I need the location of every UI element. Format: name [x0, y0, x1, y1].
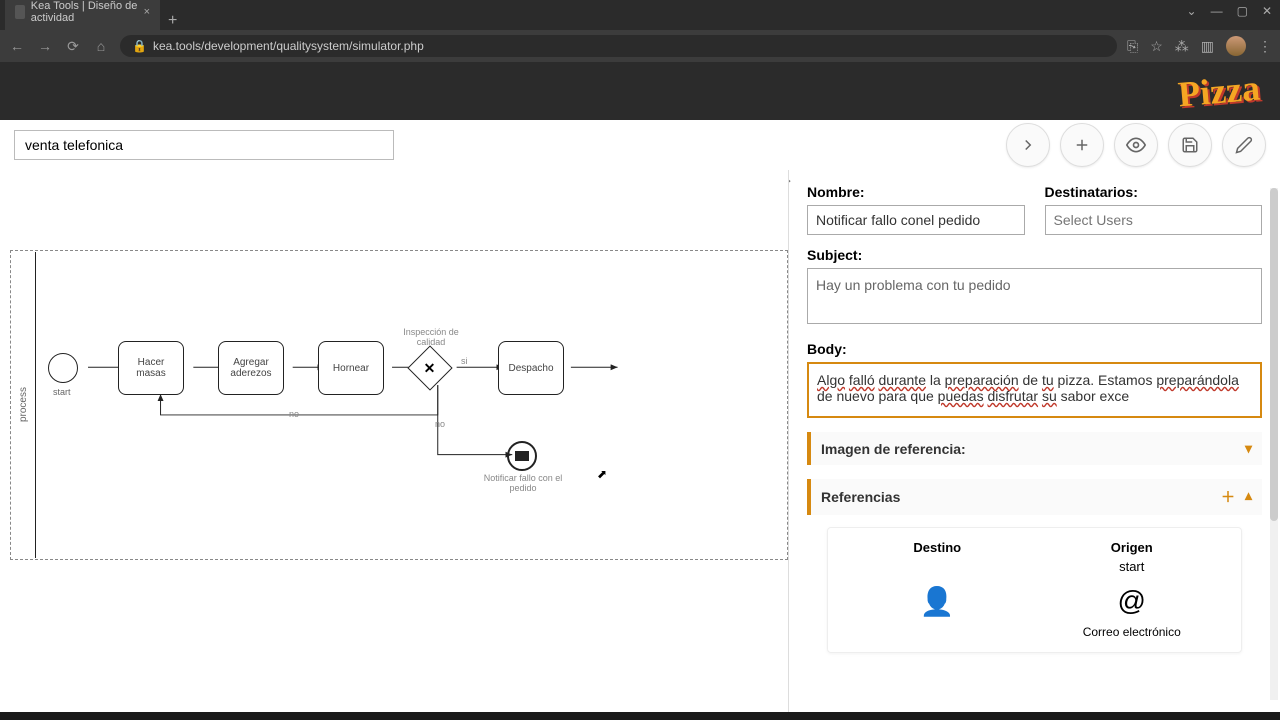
add-reference-icon[interactable]: ＋: [1221, 487, 1235, 507]
home-icon[interactable]: ⌂: [92, 38, 110, 54]
panel-scrollbar[interactable]: [1270, 188, 1278, 700]
pizza-logo: Pizza: [1176, 67, 1261, 116]
flow-arrows: [11, 251, 787, 559]
favicon-icon: [15, 5, 25, 19]
url-text: kea.tools/development/qualitysystem/simu…: [153, 39, 424, 53]
section-referencias[interactable]: Referencias ＋ ▴: [807, 479, 1262, 515]
lock-icon: 🔒: [132, 39, 147, 53]
task-agregar-aderezos[interactable]: Agregar aderezos: [218, 341, 284, 395]
destinatarios-select[interactable]: [1045, 205, 1263, 235]
gateway-inspeccion[interactable]: ✕: [407, 345, 452, 390]
maximize-icon[interactable]: ▢: [1237, 4, 1248, 18]
bpmn-pool[interactable]: process start: [10, 250, 788, 560]
destinatarios-label: Destinatarios:: [1045, 184, 1263, 200]
process-name-input[interactable]: [14, 130, 394, 160]
minimize-icon[interactable]: —: [1211, 4, 1223, 18]
forward-icon[interactable]: →: [36, 38, 54, 54]
subject-label: Subject:: [807, 247, 1262, 263]
save-button[interactable]: [1168, 123, 1212, 167]
start-event[interactable]: [48, 353, 78, 383]
install-icon[interactable]: ⎘: [1127, 38, 1138, 55]
ref-origen-title: Origen: [1035, 540, 1230, 555]
url-field[interactable]: 🔒 kea.tools/development/qualitysystem/si…: [120, 35, 1117, 57]
body-input[interactable]: Algo falló durante la preparación de tu …: [807, 362, 1262, 418]
message-event-label: Notificar fallo con el pedido: [483, 473, 563, 493]
bookmark-icon[interactable]: ☆: [1150, 38, 1163, 55]
lane-header[interactable]: process: [12, 252, 36, 558]
app-header: Pizza: [0, 62, 1280, 120]
body-label: Body:: [807, 341, 1262, 357]
diagram-canvas[interactable]: ⬈ process: [0, 170, 788, 718]
next-button[interactable]: [1006, 123, 1050, 167]
new-tab-icon[interactable]: +: [168, 12, 177, 30]
chevron-up-icon[interactable]: ▴: [1245, 487, 1252, 507]
browser-tab[interactable]: Kea Tools | Diseño de actividad ×: [5, 0, 160, 30]
ref-email-label: Correo electrónico: [1035, 625, 1230, 639]
section-imagen[interactable]: Imagen de referencia: ▾: [807, 432, 1262, 465]
extensions-icon[interactable]: ⁂: [1175, 38, 1189, 55]
reload-icon[interactable]: ⟳: [64, 38, 82, 55]
properties-panel: ↔ Nombre: Destinatarios: Subject: Hay un…: [788, 170, 1280, 718]
gateway-label: Inspección de calidad: [391, 327, 471, 347]
ref-destino-title: Destino: [840, 540, 1035, 555]
close-window-icon[interactable]: ✕: [1262, 4, 1272, 18]
message-event[interactable]: [507, 441, 537, 471]
footer-bar: [0, 712, 1280, 720]
preview-button[interactable]: [1114, 123, 1158, 167]
edit-button[interactable]: [1222, 123, 1266, 167]
start-label: start: [53, 387, 71, 397]
person-icon: 👤: [840, 585, 1035, 618]
edge-si: si: [461, 356, 468, 366]
address-bar: ← → ⟳ ⌂ 🔒 kea.tools/development/qualitys…: [0, 30, 1280, 62]
panel-icon[interactable]: ▥: [1201, 38, 1214, 55]
tab-bar: Kea Tools | Diseño de actividad × +: [0, 0, 1280, 30]
nombre-input[interactable]: [807, 205, 1025, 235]
task-hornear[interactable]: Hornear: [318, 341, 384, 395]
back-icon[interactable]: ←: [8, 38, 26, 54]
task-hacer-masas[interactable]: Hacer masas: [118, 341, 184, 395]
chevron-down-icon[interactable]: ▾: [1245, 440, 1252, 457]
at-icon: @: [1035, 585, 1230, 617]
task-despacho[interactable]: Despacho: [498, 341, 564, 395]
edge-no-msg: no: [435, 419, 445, 429]
panel-resize-icon[interactable]: ↔: [788, 172, 793, 186]
envelope-icon: [515, 451, 529, 461]
ref-origen-sub: start: [1035, 559, 1230, 575]
reference-card[interactable]: Destino 👤 Origen start @ Correo electrón…: [827, 527, 1242, 653]
nombre-label: Nombre:: [807, 184, 1025, 200]
tab-title: Kea Tools | Diseño de actividad: [31, 0, 138, 24]
subject-input[interactable]: Hay un problema con tu pedido: [807, 268, 1262, 324]
chevron-down-icon[interactable]: ⌄: [1187, 4, 1197, 18]
menu-icon[interactable]: ⋮: [1258, 38, 1272, 55]
toolbar: [0, 120, 1280, 170]
edge-no-loop: no: [289, 409, 299, 419]
tab-close-icon[interactable]: ×: [144, 6, 150, 18]
add-button[interactable]: [1060, 123, 1104, 167]
profile-avatar-icon[interactable]: [1226, 36, 1246, 56]
